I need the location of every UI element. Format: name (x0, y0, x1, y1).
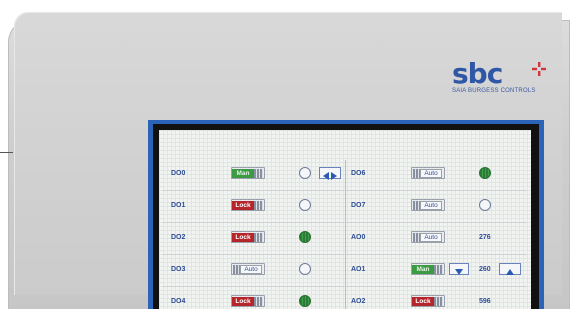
mode-text: Auto (420, 169, 442, 178)
switch-grip (434, 265, 443, 274)
down-arrow-icon (455, 269, 463, 275)
analog-value: 596 (479, 298, 491, 305)
mode-switch[interactable]: Auto (411, 167, 445, 179)
decrease-button[interactable] (449, 263, 469, 275)
io-label: AO2 (351, 298, 366, 305)
io-row-do6: DO6 Auto (159, 162, 531, 192)
increase-button[interactable] (499, 263, 521, 275)
io-row-ao1: AO1 Man 260 (159, 256, 531, 286)
io-row-ao2: AO2 Lock 596 (159, 288, 531, 309)
status-led-off-icon (479, 199, 491, 211)
row-separator (163, 222, 527, 223)
row-separator (163, 254, 527, 255)
status-led-on-icon (479, 167, 491, 179)
io-label: DO6 (351, 170, 366, 177)
analog-value: 276 (479, 234, 491, 241)
mode-switch[interactable]: Lock (411, 295, 445, 307)
panel-edge-line (0, 152, 13, 153)
mode-text: Lock (412, 297, 434, 306)
io-label: AO0 (351, 234, 366, 241)
io-label: DO7 (351, 202, 366, 209)
mode-text: Man (412, 265, 434, 274)
io-label: AO1 (351, 266, 366, 273)
mode-text: Auto (420, 233, 442, 242)
mode-switch[interactable]: Auto (411, 231, 445, 243)
switch-grip (434, 297, 443, 306)
io-row-do7: DO7 Auto (159, 192, 531, 222)
up-arrow-icon (506, 269, 514, 275)
mode-switch[interactable]: Auto (411, 199, 445, 211)
mode-switch[interactable]: Man (411, 263, 445, 275)
analog-value: 260 (479, 266, 491, 273)
row-separator (163, 286, 527, 287)
io-row-ao0: AO0 Auto 276 (159, 224, 531, 254)
sbc-logo: sbc SAIA BURGESS CONTROLS (452, 60, 547, 94)
touch-screen: DO0 Man DO1 Lock DO2 Lock DO3 Auto DO4 L… (159, 130, 531, 309)
logo-subtitle: SAIA BURGESS CONTROLS (452, 88, 536, 94)
logo-cross-icon (532, 62, 546, 76)
mode-text: Auto (420, 201, 442, 210)
